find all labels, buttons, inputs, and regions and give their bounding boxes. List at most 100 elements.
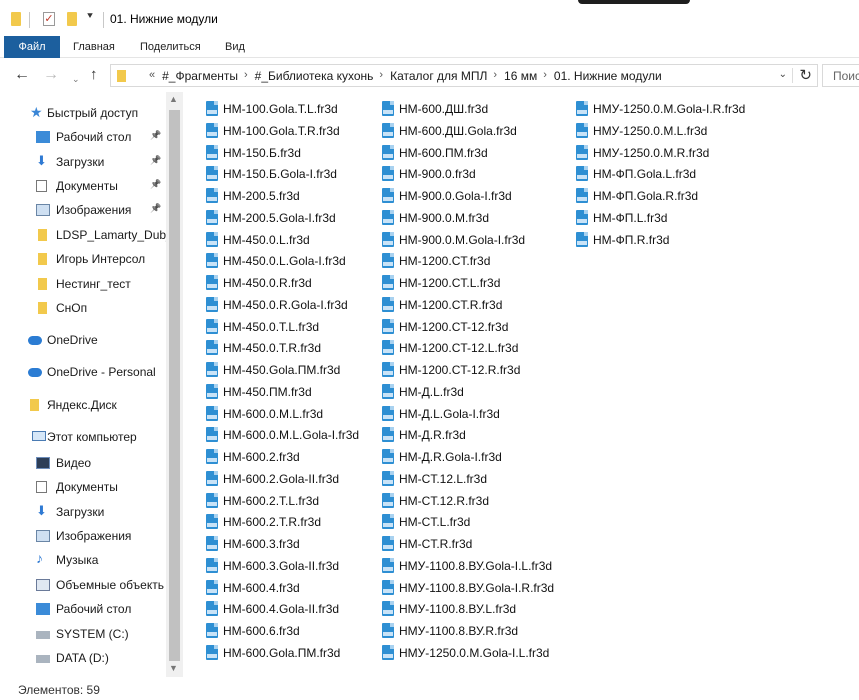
- nav-item[interactable]: ♪ Музыка: [0, 549, 166, 571]
- scroll-down-icon[interactable]: ▼: [169, 663, 178, 673]
- file-item[interactable]: НМ-Д.R.Gola-I.fr3d: [382, 446, 567, 468]
- nav-item[interactable]: Видео: [0, 452, 166, 474]
- breadcrumb-item[interactable]: #_Библиотека кухонь: [255, 69, 374, 83]
- file-item[interactable]: НМУ-1100.8.ВУ.L.fr3d: [382, 598, 567, 620]
- file-item[interactable]: НМ-Д.R.fr3d: [382, 424, 567, 446]
- file-item[interactable]: НМ-Д.L.fr3d: [382, 381, 567, 403]
- breadcrumb-separator[interactable]: ›: [379, 69, 383, 83]
- file-item[interactable]: НМ-100.Gola.T.L.fr3d: [206, 98, 391, 120]
- file-item[interactable]: НМ-600.2.T.R.fr3d: [206, 511, 391, 533]
- file-item[interactable]: НМ-100.Gola.T.R.fr3d: [206, 120, 391, 142]
- file-item[interactable]: НМ-200.5.fr3d: [206, 185, 391, 207]
- file-item[interactable]: НМУ-1250.0.M.Gola-I.L.fr3d: [382, 642, 567, 664]
- file-item[interactable]: НМ-450.0.R.Gola-I.fr3d: [206, 294, 391, 316]
- recent-locations-chevron-icon[interactable]: ⌄: [72, 70, 80, 88]
- file-item[interactable]: НМ-900.0.fr3d: [382, 163, 567, 185]
- file-item[interactable]: НМ-900.0.M.Gola-I.fr3d: [382, 229, 567, 251]
- file-item[interactable]: НМ-600.4.fr3d: [206, 577, 391, 599]
- nav-item[interactable]: ⬇ Загрузки 📌: [0, 151, 166, 173]
- file-item[interactable]: НМ-600.4.Gola-II.fr3d: [206, 598, 391, 620]
- file-item[interactable]: НМ-1200.CT-12.R.fr3d: [382, 359, 567, 381]
- file-item[interactable]: НМ-CT.12.L.fr3d: [382, 468, 567, 490]
- nav-item[interactable]: Яндекс.Диск: [0, 394, 166, 416]
- scrollbar-thumb[interactable]: [169, 110, 180, 661]
- file-item[interactable]: НМ-1200.CT.fr3d: [382, 250, 567, 272]
- nav-item[interactable]: DATA (D:): [0, 647, 166, 669]
- file-item[interactable]: НМ-600.6.fr3d: [206, 620, 391, 642]
- nav-item[interactable]: OneDrive: [0, 329, 166, 351]
- file-item[interactable]: НМ-1200.CT.L.fr3d: [382, 272, 567, 294]
- properties-check-icon[interactable]: ✓: [43, 12, 55, 26]
- file-item[interactable]: НМ-ФП.Gola.R.fr3d: [576, 185, 761, 207]
- file-item[interactable]: НМ-900.0.M.fr3d: [382, 207, 567, 229]
- nav-item[interactable]: Изображения 📌: [0, 199, 166, 221]
- file-item[interactable]: НМ-200.5.Gola-I.fr3d: [206, 207, 391, 229]
- file-item[interactable]: НМ-450.Gola.ПМ.fr3d: [206, 359, 391, 381]
- nav-item[interactable]: СнОп: [0, 297, 166, 319]
- file-item[interactable]: НМ-150.Б.Gola-I.fr3d: [206, 163, 391, 185]
- file-item[interactable]: НМ-ФП.L.fr3d: [576, 207, 761, 229]
- tab-home[interactable]: Главная: [73, 36, 115, 58]
- nav-item[interactable]: Документы 📌: [0, 175, 166, 197]
- breadcrumb-separator[interactable]: ›: [493, 69, 497, 83]
- address-bar[interactable]: « #_Фрагменты › #_Библиотека кухонь › Ка…: [110, 64, 818, 87]
- file-item[interactable]: НМ-1200.CT.R.fr3d: [382, 294, 567, 316]
- file-item[interactable]: НМ-150.Б.fr3d: [206, 142, 391, 164]
- address-history-chevron-icon[interactable]: ⌄: [779, 69, 787, 80]
- file-item[interactable]: НМ-CT.R.fr3d: [382, 533, 567, 555]
- file-item[interactable]: НМ-600.ДШ.fr3d: [382, 98, 567, 120]
- nav-item[interactable]: Нестинг_тест: [0, 273, 166, 295]
- nav-item[interactable]: OneDrive - Personal: [0, 361, 166, 383]
- nav-item[interactable]: LDSP_Lamarty_Dub_: [0, 224, 166, 246]
- file-item[interactable]: НМ-450.ПМ.fr3d: [206, 381, 391, 403]
- file-item[interactable]: НМ-1200.CT-12.L.fr3d: [382, 337, 567, 359]
- file-item[interactable]: НМ-450.0.T.L.fr3d: [206, 316, 391, 338]
- file-item[interactable]: НМ-Д.L.Gola-I.fr3d: [382, 403, 567, 425]
- nav-item[interactable]: ★ Быстрый доступ: [0, 102, 166, 124]
- file-item[interactable]: НМ-600.0.M.L.fr3d: [206, 403, 391, 425]
- file-item[interactable]: НМ-450.0.R.fr3d: [206, 272, 391, 294]
- file-item[interactable]: НМ-600.2.Gola-II.fr3d: [206, 468, 391, 490]
- file-item[interactable]: НМ-600.ДШ.Gola.fr3d: [382, 120, 567, 142]
- nav-item[interactable]: ⬇ Загрузки: [0, 501, 166, 523]
- breadcrumb-item[interactable]: #_Фрагменты: [162, 69, 238, 83]
- nav-item[interactable]: Этот компьютер: [0, 426, 166, 448]
- file-item[interactable]: НМ-600.2.fr3d: [206, 446, 391, 468]
- nav-item[interactable]: Изображения: [0, 525, 166, 547]
- refresh-icon[interactable]: ↻: [799, 66, 812, 84]
- file-item[interactable]: НМ-CT.L.fr3d: [382, 511, 567, 533]
- tab-file[interactable]: Файл: [4, 36, 60, 58]
- tab-view[interactable]: Вид: [225, 36, 245, 58]
- breadcrumb-item[interactable]: 01. Нижние модули: [554, 69, 662, 83]
- nav-item[interactable]: Игорь Интерсол: [0, 248, 166, 270]
- file-item[interactable]: НМ-450.0.T.R.fr3d: [206, 337, 391, 359]
- file-item[interactable]: НМ-600.3.fr3d: [206, 533, 391, 555]
- nav-item[interactable]: Документы: [0, 476, 166, 498]
- back-arrow-icon[interactable]: ←: [14, 66, 30, 84]
- file-item[interactable]: НМ-450.0.L.fr3d: [206, 229, 391, 251]
- file-item[interactable]: НМ-ФП.Gola.L.fr3d: [576, 163, 761, 185]
- file-item[interactable]: НМ-CT.12.R.fr3d: [382, 490, 567, 512]
- file-item[interactable]: НМУ-1100.8.ВУ.R.fr3d: [382, 620, 567, 642]
- breadcrumb-item[interactable]: 16 мм: [504, 69, 537, 83]
- search-box[interactable]: Поис: [822, 64, 859, 87]
- nav-pane-scrollbar[interactable]: ▲ ▼: [166, 92, 183, 677]
- forward-arrow-icon[interactable]: →: [43, 66, 59, 84]
- file-item[interactable]: НМ-ФП.R.fr3d: [576, 229, 761, 251]
- breadcrumb-item[interactable]: Каталог для МПЛ: [390, 69, 487, 83]
- file-item[interactable]: НМ-600.ПМ.fr3d: [382, 142, 567, 164]
- new-folder-icon[interactable]: [67, 12, 77, 26]
- file-item[interactable]: НМ-600.0.M.L.Gola-I.fr3d: [206, 424, 391, 446]
- nav-item[interactable]: Рабочий стол: [0, 598, 166, 620]
- nav-item[interactable]: SYSTEM (C:): [0, 623, 166, 645]
- tab-share[interactable]: Поделиться: [140, 36, 201, 58]
- file-item[interactable]: НМ-600.3.Gola-II.fr3d: [206, 555, 391, 577]
- breadcrumb-separator[interactable]: ›: [543, 69, 547, 83]
- file-item[interactable]: НМ-600.2.T.L.fr3d: [206, 490, 391, 512]
- file-item[interactable]: НМУ-1250.0.M.R.fr3d: [576, 142, 761, 164]
- customize-toolbar-chevron-icon[interactable]: ⯆: [86, 11, 94, 22]
- file-item[interactable]: НМУ-1250.0.M.Gola-I.R.fr3d: [576, 98, 761, 120]
- nav-item[interactable]: Рабочий стол 📌: [0, 126, 166, 148]
- scroll-up-icon[interactable]: ▲: [169, 94, 178, 104]
- file-item[interactable]: НМ-900.0.Gola-I.fr3d: [382, 185, 567, 207]
